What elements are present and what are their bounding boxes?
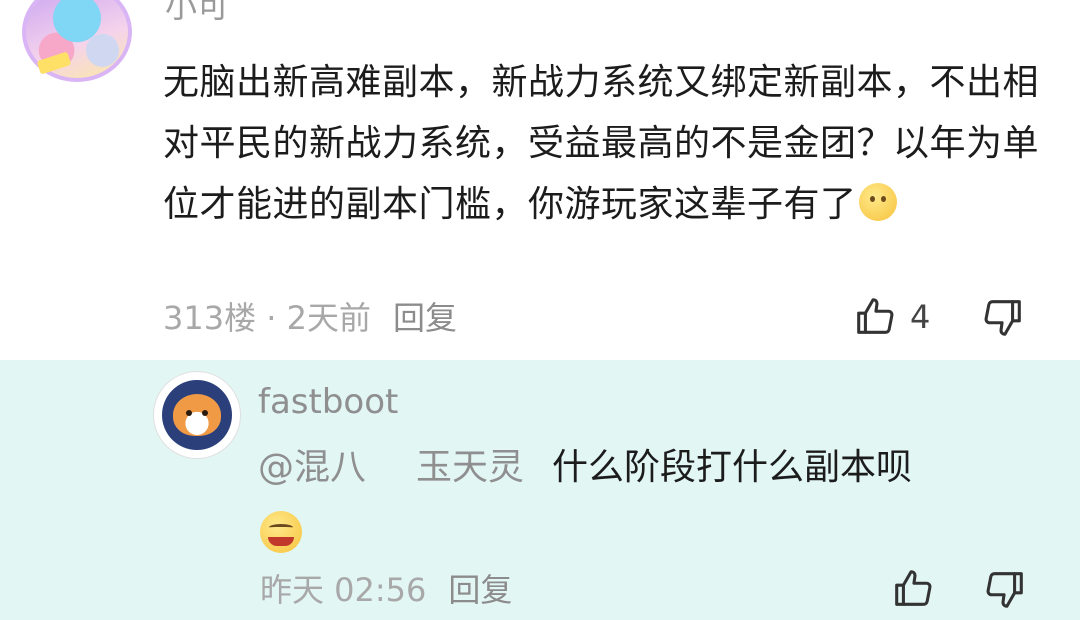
smile-emoji-icon bbox=[858, 183, 897, 221]
reply-text: 什么阶段打什么副本呗 bbox=[552, 447, 913, 488]
reply-content: @混八 玉天灵 什么阶段打什么副本呗 bbox=[258, 440, 912, 496]
grin-emoji-icon bbox=[260, 511, 302, 553]
mention-prefix: @混八 bbox=[258, 447, 367, 488]
like-count: 4 bbox=[910, 298, 931, 336]
mention-suffix: 玉天灵 bbox=[416, 447, 525, 488]
reply-time: 昨天 02:56 bbox=[260, 571, 427, 609]
reply-button[interactable]: 回复 bbox=[393, 299, 457, 337]
thumbs-down-icon bbox=[980, 294, 1026, 340]
dislike-button[interactable] bbox=[980, 294, 1026, 340]
like-button[interactable]: 4 bbox=[852, 294, 930, 340]
reply-author[interactable]: fastboot bbox=[258, 380, 398, 424]
thumbs-down-icon bbox=[982, 566, 1028, 612]
avatar[interactable] bbox=[22, 0, 132, 82]
reply-button[interactable]: 回复 bbox=[448, 571, 512, 609]
thumbs-up-icon bbox=[890, 566, 936, 612]
mention-link[interactable]: @混八 玉天灵 bbox=[258, 447, 524, 488]
like-button[interactable] bbox=[890, 566, 936, 612]
comment-content: 无脑出新高难副本，新战力系统又绑定新副本，不出相对平民的新战力系统，受益最高的不… bbox=[163, 52, 1043, 235]
comment-text: 无脑出新高难副本，新战力系统又绑定新副本，不出相对平民的新战力系统，受益最高的不… bbox=[163, 62, 1040, 225]
thumbs-up-icon bbox=[852, 294, 898, 340]
avatar[interactable] bbox=[154, 372, 240, 458]
comment-meta: 313楼 · 2天前 回复 bbox=[163, 296, 457, 340]
reply-meta: 昨天 02:56 回复 bbox=[260, 568, 512, 612]
comment-author[interactable]: 小可 bbox=[165, 0, 229, 28]
comment-floor-time: 313楼 · 2天前 bbox=[163, 299, 371, 337]
dislike-button[interactable] bbox=[982, 566, 1028, 612]
